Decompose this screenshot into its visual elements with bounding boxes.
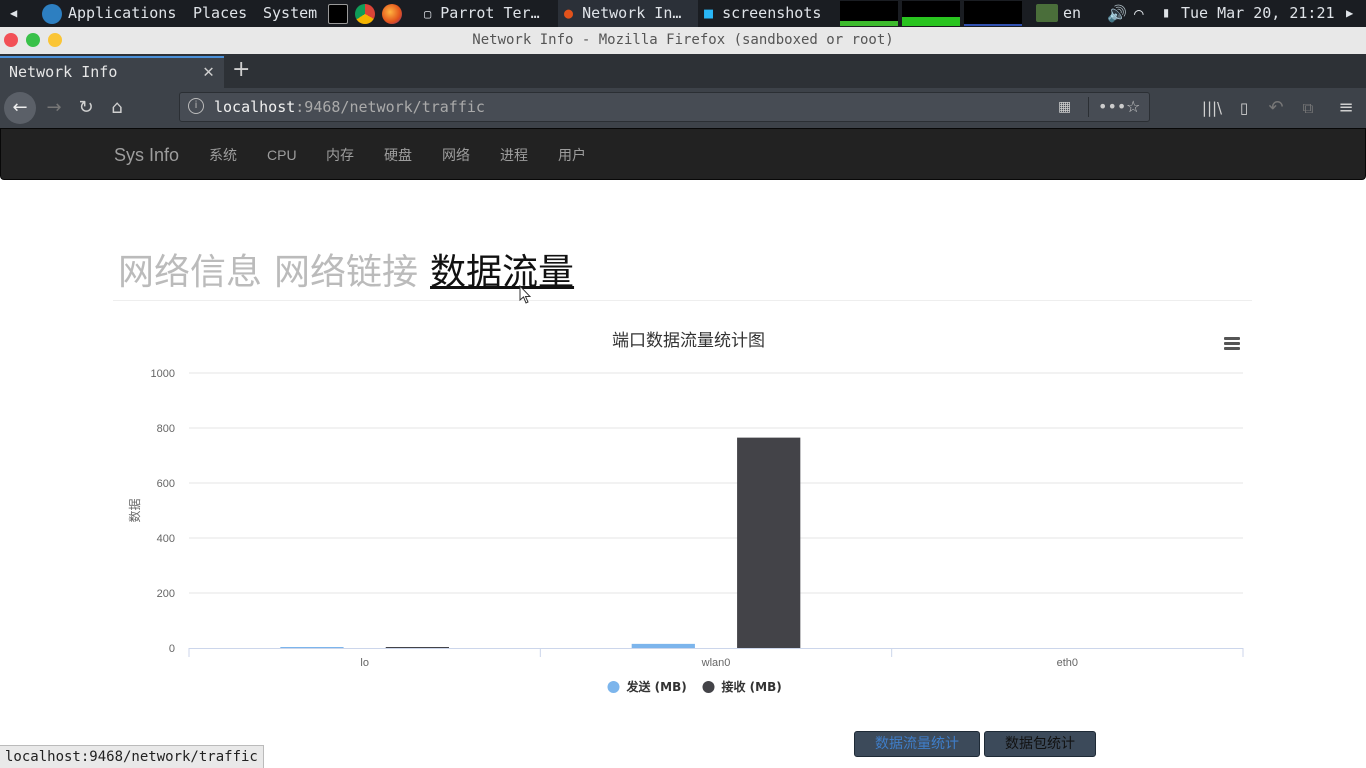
window-title: Network Info - Mozilla Firefox (sandboxe… bbox=[472, 32, 894, 48]
url-divider bbox=[1088, 97, 1089, 117]
legend-label-1: 接收 (MB) bbox=[722, 679, 782, 694]
browser-tabs-bar: Network Info ✕ + bbox=[0, 54, 1366, 88]
tab-network-info[interactable]: 网络信息 bbox=[118, 252, 262, 293]
forward-button[interactable]: → bbox=[40, 94, 68, 122]
task-firefox[interactable]: ● Network In… bbox=[558, 0, 698, 27]
memory-monitor-graph bbox=[902, 1, 960, 26]
task-screenshots[interactable]: ■ screenshots bbox=[700, 0, 838, 27]
window-close-button[interactable] bbox=[4, 33, 18, 47]
window-titlebar: Network Info - Mozilla Firefox (sandboxe… bbox=[0, 27, 1366, 54]
tab-close-icon[interactable]: ✕ bbox=[203, 58, 214, 86]
hamburger-menu-icon[interactable]: ≡ bbox=[1332, 94, 1360, 122]
status-bar-url: localhost:9468/network/traffic bbox=[0, 745, 264, 768]
nav-memory[interactable]: 内存 bbox=[326, 129, 354, 181]
bar-wlan0-series-1 bbox=[737, 437, 801, 648]
y-tick-label: 600 bbox=[157, 478, 175, 490]
back-button[interactable]: ← bbox=[4, 92, 36, 124]
page-section-tabs: 网络信息 网络链接 数据流量 bbox=[118, 243, 586, 295]
tab-data-traffic[interactable]: 数据流量 bbox=[430, 252, 574, 293]
legend-marker-0 bbox=[607, 681, 620, 693]
terminal-task-icon: ▢ bbox=[424, 7, 432, 21]
panel-left-arrow-icon[interactable]: ◀ bbox=[10, 0, 17, 27]
y-tick-label: 800 bbox=[157, 423, 175, 435]
site-navbar: Sys Info 系统 CPU 内存 硬盘 网络 进程 用户 bbox=[0, 128, 1366, 180]
bar-wlan0-series-0 bbox=[631, 643, 695, 648]
site-brand[interactable]: Sys Info bbox=[114, 129, 179, 181]
page-actions-icon[interactable]: ••• bbox=[1098, 93, 1126, 121]
url-text[interactable]: localhost:9468/network/traffic bbox=[214, 93, 485, 121]
network-monitor-graph bbox=[964, 1, 1022, 26]
library-icon[interactable]: |||\ bbox=[1198, 94, 1226, 122]
traffic-chart: 端口数据流量统计图 0 200 400 600 800 1000 数据 lo wlan0 eth0 发… bbox=[113, 320, 1252, 715]
new-tab-button[interactable]: + bbox=[232, 56, 252, 84]
parrot-logo-icon[interactable] bbox=[42, 4, 62, 24]
nav-network[interactable]: 网络 bbox=[442, 129, 470, 181]
applications-menu[interactable]: Applications bbox=[68, 0, 176, 27]
panel-right-arrow-icon[interactable]: ▶ bbox=[1346, 0, 1353, 27]
clock[interactable]: Tue Mar 20, 21:21 bbox=[1181, 0, 1335, 27]
y-tick-label: 0 bbox=[169, 643, 175, 655]
browser-toolbar: ← → ↻ ⌂ i localhost:9468/network/traffic… bbox=[0, 88, 1366, 128]
firefox-launcher-icon[interactable] bbox=[382, 4, 402, 24]
tab-title: Network Info bbox=[9, 63, 118, 81]
mouse-cursor-icon bbox=[519, 285, 531, 304]
undo-close-icon[interactable]: ↶ bbox=[1262, 94, 1290, 122]
reload-button[interactable]: ↻ bbox=[72, 94, 100, 122]
terminal-launcher-icon[interactable] bbox=[328, 4, 348, 24]
x-tick-label: eth0 bbox=[1057, 657, 1078, 669]
chart-title: 端口数据流量统计图 bbox=[612, 331, 765, 351]
keyboard-layout[interactable]: en bbox=[1063, 0, 1081, 27]
places-menu[interactable]: Places bbox=[193, 0, 247, 27]
y-tick-label: 1000 bbox=[151, 368, 175, 380]
section-divider bbox=[113, 300, 1252, 301]
bar-lo-series-1 bbox=[385, 647, 449, 648]
update-notifier-icon[interactable] bbox=[1036, 4, 1058, 22]
y-tick-label: 200 bbox=[157, 588, 175, 600]
x-tick-label: wlan0 bbox=[701, 657, 731, 669]
nav-disk[interactable]: 硬盘 bbox=[384, 129, 412, 181]
system-panel: ◀ Applications Places System ▢ Parrot Te… bbox=[0, 0, 1366, 27]
qr-code-icon[interactable]: ▦ bbox=[1058, 93, 1071, 121]
folder-icon: ■ bbox=[704, 4, 714, 22]
x-tick-label: lo bbox=[360, 657, 369, 669]
battery-icon[interactable]: ▮ bbox=[1162, 0, 1170, 27]
volume-icon[interactable]: 🔊 bbox=[1107, 0, 1127, 27]
chart-svg: 端口数据流量统计图 0 200 400 600 800 1000 数据 lo wlan0 eth0 发… bbox=[127, 331, 1244, 694]
legend-marker-1 bbox=[702, 681, 715, 693]
nav-system[interactable]: 系统 bbox=[209, 129, 237, 181]
url-bar[interactable]: i localhost:9468/network/traffic ▦ ••• ☆ bbox=[179, 92, 1150, 122]
y-tick-label: 400 bbox=[157, 533, 175, 545]
system-menu[interactable]: System bbox=[263, 0, 317, 27]
nav-cpu[interactable]: CPU bbox=[267, 129, 297, 181]
browser-tab-network-info[interactable]: Network Info ✕ bbox=[0, 56, 224, 88]
bar-lo-series-0 bbox=[280, 647, 344, 648]
task-terminal[interactable]: ▢ Parrot Ter… bbox=[418, 0, 556, 27]
traffic-stats-button[interactable]: 数据流量统计 bbox=[854, 731, 980, 757]
chrome-launcher-icon[interactable] bbox=[355, 4, 375, 24]
cpu-monitor-graph bbox=[840, 1, 898, 26]
chart-menu-icon[interactable] bbox=[1224, 337, 1240, 351]
wifi-icon[interactable]: ◠ bbox=[1134, 0, 1144, 27]
site-info-icon[interactable]: i bbox=[188, 98, 204, 114]
tab-network-connections[interactable]: 网络链接 bbox=[274, 252, 418, 293]
y-axis-label: 数据 bbox=[127, 498, 142, 522]
legend-label-0: 发送 (MB) bbox=[626, 679, 687, 694]
nav-process[interactable]: 进程 bbox=[500, 129, 528, 181]
window-minimize-button[interactable] bbox=[48, 33, 62, 47]
bookmark-star-icon[interactable]: ☆ bbox=[1126, 93, 1140, 121]
home-button[interactable]: ⌂ bbox=[103, 94, 131, 122]
packet-stats-button[interactable]: 数据包统计 bbox=[984, 731, 1096, 757]
sidebar-icon[interactable]: ▯ bbox=[1230, 94, 1258, 122]
window-maximize-button[interactable] bbox=[26, 33, 40, 47]
firefox-task-icon: ● bbox=[564, 4, 574, 22]
screenshot-icon[interactable]: ⧉ bbox=[1294, 94, 1322, 122]
nav-user[interactable]: 用户 bbox=[558, 129, 586, 181]
